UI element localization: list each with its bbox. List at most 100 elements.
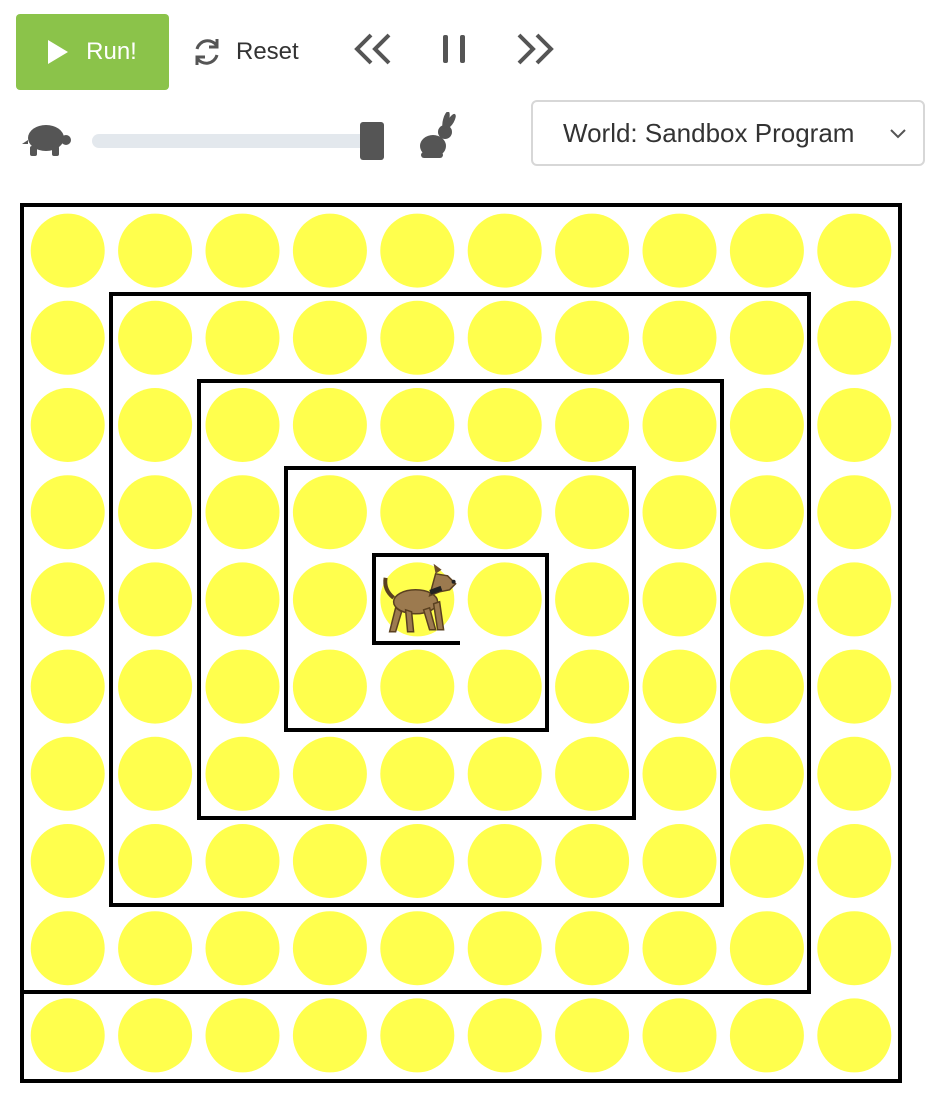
ball bbox=[30, 649, 105, 724]
ball bbox=[30, 824, 105, 898]
ball bbox=[30, 475, 105, 550]
ball bbox=[292, 300, 367, 375]
ball bbox=[118, 911, 193, 986]
ball bbox=[292, 213, 367, 288]
ball bbox=[555, 736, 630, 811]
ball bbox=[555, 998, 630, 1073]
ball bbox=[729, 911, 804, 986]
ball bbox=[380, 649, 455, 724]
ball bbox=[205, 911, 280, 986]
ball bbox=[467, 388, 542, 462]
ball bbox=[205, 736, 280, 811]
ball bbox=[292, 388, 367, 462]
ball bbox=[729, 213, 804, 288]
ball bbox=[729, 300, 804, 375]
ball bbox=[555, 562, 630, 637]
ball bbox=[467, 824, 542, 898]
ball bbox=[380, 824, 455, 898]
ball bbox=[205, 475, 280, 550]
ball bbox=[118, 562, 193, 637]
ball bbox=[30, 562, 105, 637]
ball bbox=[555, 824, 630, 898]
ball bbox=[817, 824, 892, 898]
ball bbox=[642, 824, 717, 898]
ball bbox=[555, 911, 630, 986]
ball bbox=[467, 649, 542, 724]
ball bbox=[729, 649, 804, 724]
ball bbox=[642, 562, 717, 637]
ball bbox=[817, 300, 892, 375]
ball bbox=[118, 388, 193, 462]
ball bbox=[118, 736, 193, 811]
ball bbox=[555, 388, 630, 462]
ball bbox=[817, 562, 892, 637]
ball bbox=[817, 911, 892, 986]
ball bbox=[292, 475, 367, 550]
ball bbox=[118, 300, 193, 375]
ball bbox=[380, 998, 455, 1073]
ball bbox=[555, 649, 630, 724]
ball bbox=[642, 649, 717, 724]
ball bbox=[205, 300, 280, 375]
ball bbox=[729, 475, 804, 550]
ball bbox=[817, 388, 892, 462]
ball bbox=[205, 998, 280, 1073]
ball bbox=[380, 911, 455, 986]
ball bbox=[292, 649, 367, 724]
ball bbox=[642, 388, 717, 462]
ball bbox=[642, 300, 717, 375]
ball bbox=[729, 998, 804, 1073]
ball bbox=[30, 388, 105, 462]
ball bbox=[555, 475, 630, 550]
ball bbox=[205, 562, 280, 637]
ball-layer bbox=[30, 213, 892, 1073]
ball bbox=[292, 736, 367, 811]
ball bbox=[380, 300, 455, 375]
ball bbox=[642, 736, 717, 811]
ball bbox=[817, 736, 892, 811]
ball bbox=[380, 736, 455, 811]
ball bbox=[205, 649, 280, 724]
ball bbox=[555, 300, 630, 375]
ball bbox=[642, 998, 717, 1073]
ball bbox=[118, 998, 193, 1073]
ball bbox=[30, 998, 105, 1073]
ball bbox=[467, 998, 542, 1073]
ball bbox=[292, 562, 367, 637]
ball bbox=[729, 388, 804, 462]
ball bbox=[30, 300, 105, 375]
ball bbox=[292, 911, 367, 986]
ball bbox=[817, 475, 892, 550]
ball bbox=[467, 475, 542, 550]
ball bbox=[642, 213, 717, 288]
ball bbox=[817, 213, 892, 288]
ball bbox=[467, 911, 542, 986]
ball bbox=[292, 824, 367, 898]
ball bbox=[729, 736, 804, 811]
ball bbox=[380, 388, 455, 462]
ball bbox=[380, 213, 455, 288]
ball bbox=[30, 213, 105, 288]
ball bbox=[380, 475, 455, 550]
ball bbox=[205, 824, 280, 898]
ball bbox=[30, 736, 105, 811]
ball bbox=[292, 998, 367, 1073]
ball bbox=[118, 213, 193, 288]
ball bbox=[30, 911, 105, 986]
ball bbox=[205, 388, 280, 462]
ball bbox=[642, 911, 717, 986]
ball bbox=[817, 998, 892, 1073]
ball bbox=[118, 475, 193, 550]
ball bbox=[467, 562, 542, 637]
ball bbox=[555, 213, 630, 288]
ball bbox=[467, 736, 542, 811]
world-grid bbox=[20, 203, 902, 1083]
ball bbox=[642, 475, 717, 550]
ball bbox=[729, 562, 804, 637]
ball bbox=[118, 649, 193, 724]
ball bbox=[118, 824, 193, 898]
ball bbox=[729, 824, 804, 898]
ball bbox=[205, 213, 280, 288]
ball bbox=[467, 300, 542, 375]
ball bbox=[467, 213, 542, 288]
